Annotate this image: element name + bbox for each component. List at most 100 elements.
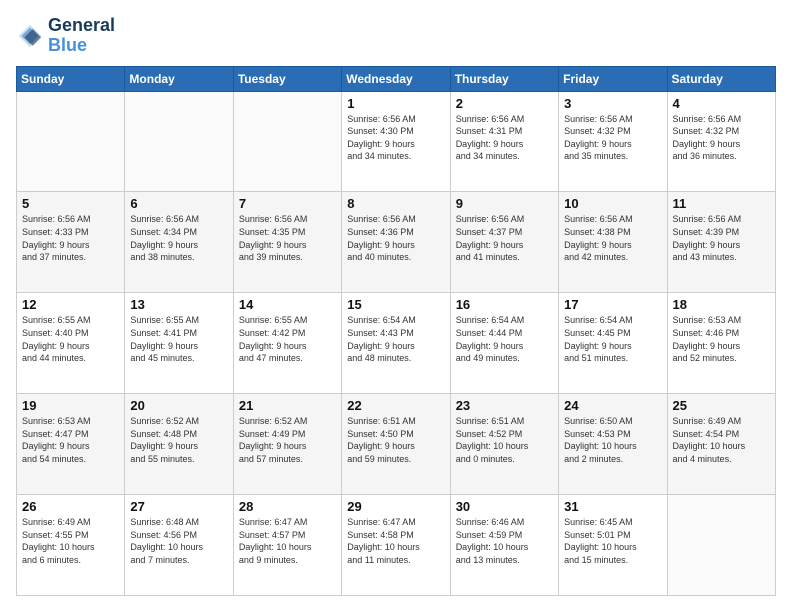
day-number-24: 24 xyxy=(564,398,661,413)
day-info-22: Sunrise: 6:51 AM Sunset: 4:50 PM Dayligh… xyxy=(347,415,444,465)
day-cell-2: 2Sunrise: 6:56 AM Sunset: 4:31 PM Daylig… xyxy=(450,91,558,192)
weekday-header-wednesday: Wednesday xyxy=(342,66,450,91)
day-cell-17: 17 Sunrise: 6:54 AM Sunset: 4:45 PM Dayli… xyxy=(559,293,667,394)
empty-cell xyxy=(233,91,341,192)
day-info-7: Sunrise: 6:56 AM Sunset: 4:35 PM Dayligh… xyxy=(239,213,336,263)
day-number-23: 23 xyxy=(456,398,553,413)
day-cell-21: 21 Sunrise: 6:52 AM Sunset: 4:49 PM Dayli… xyxy=(233,394,341,495)
day-info-12: Sunrise: 6:55 AM Sunset: 4:40 PM Dayligh… xyxy=(22,314,119,364)
weekday-header-tuesday: Tuesday xyxy=(233,66,341,91)
day-number-31: 31 xyxy=(564,499,661,514)
weekday-header-saturday: Saturday xyxy=(667,66,775,91)
day-number-29: 29 xyxy=(347,499,444,514)
day-number-28: 28 xyxy=(239,499,336,514)
day-info-15: Sunrise: 6:54 AM Sunset: 4:43 PM Dayligh… xyxy=(347,314,444,364)
day-cell-16: 16 Sunrise: 6:54 AM Sunset: 4:44 PM Dayli… xyxy=(450,293,558,394)
day-info-8: Sunrise: 6:56 AM Sunset: 4:36 PM Dayligh… xyxy=(347,213,444,263)
weekday-header-friday: Friday xyxy=(559,66,667,91)
day-info-11: Sunrise: 6:56 AM Sunset: 4:39 PM Dayligh… xyxy=(673,213,770,263)
day-info-6: Sunrise: 6:56 AM Sunset: 4:34 PM Dayligh… xyxy=(130,213,227,263)
day-number-3: 3 xyxy=(564,96,661,111)
day-number-11: 11 xyxy=(673,196,770,211)
day-info-21: Sunrise: 6:52 AM Sunset: 4:49 PM Dayligh… xyxy=(239,415,336,465)
empty-cell xyxy=(125,91,233,192)
day-cell-19: 19 Sunrise: 6:53 AM Sunset: 4:47 PM Dayli… xyxy=(17,394,125,495)
day-number-10: 10 xyxy=(564,196,661,211)
day-number-25: 25 xyxy=(673,398,770,413)
week-row-5: 26 Sunrise: 6:49 AM Sunset: 4:55 PM Dayli… xyxy=(17,495,776,596)
day-info-29: Sunrise: 6:47 AM Sunset: 4:58 PM Dayligh… xyxy=(347,516,444,566)
day-cell-5: 5 Sunrise: 6:56 AM Sunset: 4:33 PM Daylig… xyxy=(17,192,125,293)
logo-text: General Blue xyxy=(48,16,115,56)
logo: General Blue xyxy=(16,16,115,56)
day-info-14: Sunrise: 6:55 AM Sunset: 4:42 PM Dayligh… xyxy=(239,314,336,364)
weekday-header-monday: Monday xyxy=(125,66,233,91)
day-cell-20: 20 Sunrise: 6:52 AM Sunset: 4:48 PM Dayli… xyxy=(125,394,233,495)
day-number-7: 7 xyxy=(239,196,336,211)
day-number-30: 30 xyxy=(456,499,553,514)
day-info-13: Sunrise: 6:55 AM Sunset: 4:41 PM Dayligh… xyxy=(130,314,227,364)
day-cell-12: 12Sunrise: 6:55 AM Sunset: 4:40 PM Dayli… xyxy=(17,293,125,394)
day-info-5: Sunrise: 6:56 AM Sunset: 4:33 PM Dayligh… xyxy=(22,213,119,263)
day-cell-29: 29 Sunrise: 6:47 AM Sunset: 4:58 PM Dayli… xyxy=(342,495,450,596)
day-number-5: 5 xyxy=(22,196,119,211)
day-number-14: 14 xyxy=(239,297,336,312)
day-info-19: Sunrise: 6:53 AM Sunset: 4:47 PM Dayligh… xyxy=(22,415,119,465)
day-info-24: Sunrise: 6:50 AM Sunset: 4:53 PM Dayligh… xyxy=(564,415,661,465)
day-number-20: 20 xyxy=(130,398,227,413)
day-number-21: 21 xyxy=(239,398,336,413)
day-cell-13: 13 Sunrise: 6:55 AM Sunset: 4:41 PM Dayli… xyxy=(125,293,233,394)
day-cell-4: 4 Sunrise: 6:56 AM Sunset: 4:32 PM Daylig… xyxy=(667,91,775,192)
day-cell-10: 10 Sunrise: 6:56 AM Sunset: 4:38 PM Dayli… xyxy=(559,192,667,293)
day-cell-11: 11 Sunrise: 6:56 AM Sunset: 4:39 PM Dayli… xyxy=(667,192,775,293)
day-info-30: Sunrise: 6:46 AM Sunset: 4:59 PM Dayligh… xyxy=(456,516,553,566)
day-info-16: Sunrise: 6:54 AM Sunset: 4:44 PM Dayligh… xyxy=(456,314,553,364)
day-info-31: Sunrise: 6:45 AM Sunset: 5:01 PM Dayligh… xyxy=(564,516,661,566)
day-number-15: 15 xyxy=(347,297,444,312)
day-info-9: Sunrise: 6:56 AM Sunset: 4:37 PM Dayligh… xyxy=(456,213,553,263)
day-cell-6: 6 Sunrise: 6:56 AM Sunset: 4:34 PM Daylig… xyxy=(125,192,233,293)
day-info-26: Sunrise: 6:49 AM Sunset: 4:55 PM Dayligh… xyxy=(22,516,119,566)
day-cell-24: 24 Sunrise: 6:50 AM Sunset: 4:53 PM Dayli… xyxy=(559,394,667,495)
day-number-22: 22 xyxy=(347,398,444,413)
day-number-16: 16 xyxy=(456,297,553,312)
day-number-18: 18 xyxy=(673,297,770,312)
day-cell-22: 22 Sunrise: 6:51 AM Sunset: 4:50 PM Dayli… xyxy=(342,394,450,495)
day-cell-28: 28 Sunrise: 6:47 AM Sunset: 4:57 PM Dayli… xyxy=(233,495,341,596)
day-info-17: Sunrise: 6:54 AM Sunset: 4:45 PM Dayligh… xyxy=(564,314,661,364)
day-cell-25: 25 Sunrise: 6:49 AM Sunset: 4:54 PM Dayli… xyxy=(667,394,775,495)
day-info-23: Sunrise: 6:51 AM Sunset: 4:52 PM Dayligh… xyxy=(456,415,553,465)
day-cell-8: 8 Sunrise: 6:56 AM Sunset: 4:36 PM Daylig… xyxy=(342,192,450,293)
day-number-19: 19 xyxy=(22,398,119,413)
empty-cell xyxy=(17,91,125,192)
day-info-20: Sunrise: 6:52 AM Sunset: 4:48 PM Dayligh… xyxy=(130,415,227,465)
day-info-27: Sunrise: 6:48 AM Sunset: 4:56 PM Dayligh… xyxy=(130,516,227,566)
day-info-1: Sunrise: 6:56 AM Sunset: 4:30 PM Dayligh… xyxy=(347,113,444,163)
day-cell-9: 9Sunrise: 6:56 AM Sunset: 4:37 PM Daylig… xyxy=(450,192,558,293)
weekday-header-sunday: Sunday xyxy=(17,66,125,91)
day-info-2: Sunrise: 6:56 AM Sunset: 4:31 PM Dayligh… xyxy=(456,113,553,163)
day-number-13: 13 xyxy=(130,297,227,312)
day-number-6: 6 xyxy=(130,196,227,211)
day-number-1: 1 xyxy=(347,96,444,111)
day-cell-14: 14 Sunrise: 6:55 AM Sunset: 4:42 PM Dayli… xyxy=(233,293,341,394)
day-info-28: Sunrise: 6:47 AM Sunset: 4:57 PM Dayligh… xyxy=(239,516,336,566)
day-number-26: 26 xyxy=(22,499,119,514)
week-row-1: 1 Sunrise: 6:56 AM Sunset: 4:30 PM Daylig… xyxy=(17,91,776,192)
day-info-25: Sunrise: 6:49 AM Sunset: 4:54 PM Dayligh… xyxy=(673,415,770,465)
empty-cell xyxy=(667,495,775,596)
day-number-8: 8 xyxy=(347,196,444,211)
header: General Blue xyxy=(16,16,776,56)
day-number-4: 4 xyxy=(673,96,770,111)
day-info-10: Sunrise: 6:56 AM Sunset: 4:38 PM Dayligh… xyxy=(564,213,661,263)
day-cell-23: 23 Sunrise: 6:51 AM Sunset: 4:52 PM Dayli… xyxy=(450,394,558,495)
day-number-17: 17 xyxy=(564,297,661,312)
day-info-3: Sunrise: 6:56 AM Sunset: 4:32 PM Dayligh… xyxy=(564,113,661,163)
day-cell-27: 27 Sunrise: 6:48 AM Sunset: 4:56 PM Dayli… xyxy=(125,495,233,596)
day-info-18: Sunrise: 6:53 AM Sunset: 4:46 PM Dayligh… xyxy=(673,314,770,364)
week-row-3: 12Sunrise: 6:55 AM Sunset: 4:40 PM Dayli… xyxy=(17,293,776,394)
day-cell-15: 15 Sunrise: 6:54 AM Sunset: 4:43 PM Dayli… xyxy=(342,293,450,394)
day-number-27: 27 xyxy=(130,499,227,514)
day-cell-1: 1 Sunrise: 6:56 AM Sunset: 4:30 PM Daylig… xyxy=(342,91,450,192)
day-info-4: Sunrise: 6:56 AM Sunset: 4:32 PM Dayligh… xyxy=(673,113,770,163)
